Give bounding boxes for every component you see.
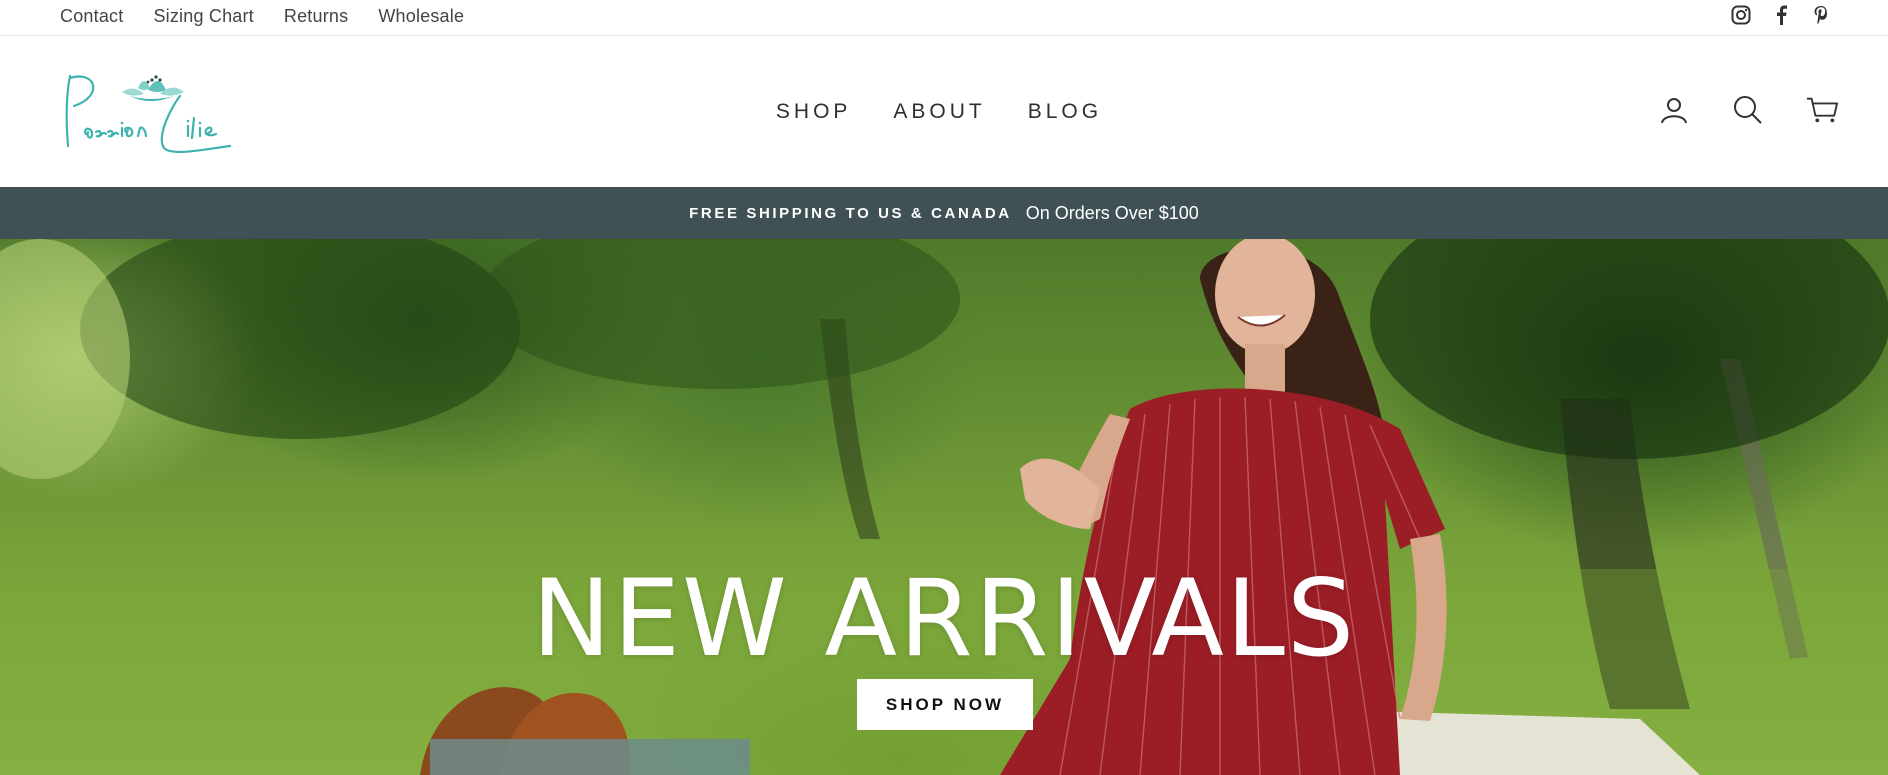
utility-link-contact[interactable]: Contact: [60, 6, 123, 27]
main-nav: SHOP ABOUT BLOG: [0, 36, 1888, 187]
cart-icon[interactable]: [1806, 94, 1838, 126]
site-header: SHOP ABOUT BLOG: [0, 36, 1888, 187]
instagram-icon[interactable]: [1730, 4, 1752, 26]
utility-bar: Contact Sizing Chart Returns Wholesale: [0, 0, 1888, 36]
nav-shop[interactable]: SHOP: [776, 100, 852, 124]
announcement-strong: FREE SHIPPING TO US & CANADA: [689, 204, 1012, 222]
header-icons: [1658, 94, 1838, 126]
announcement-bar[interactable]: FREE SHIPPING TO US & CANADA On Orders O…: [0, 187, 1888, 239]
shop-now-button[interactable]: SHOP NOW: [857, 679, 1033, 730]
social-links: [1730, 4, 1832, 26]
nav-blog[interactable]: BLOG: [1028, 100, 1102, 124]
utility-nav: Contact Sizing Chart Returns Wholesale: [60, 0, 464, 32]
search-icon[interactable]: [1732, 94, 1764, 126]
facebook-icon[interactable]: [1770, 4, 1792, 26]
utility-link-returns[interactable]: Returns: [284, 6, 348, 27]
utility-link-wholesale[interactable]: Wholesale: [378, 6, 464, 27]
pinterest-icon[interactable]: [1810, 4, 1832, 26]
utility-link-sizing-chart[interactable]: Sizing Chart: [153, 6, 253, 27]
announcement-detail: On Orders Over $100: [1025, 202, 1199, 223]
hero-title: NEW ARRIVALS: [531, 557, 1357, 680]
account-icon[interactable]: [1658, 94, 1690, 126]
hero-banner[interactable]: NEW ARRIVALS SHOP NOW: [0, 239, 1888, 775]
nav-about[interactable]: ABOUT: [893, 100, 985, 124]
